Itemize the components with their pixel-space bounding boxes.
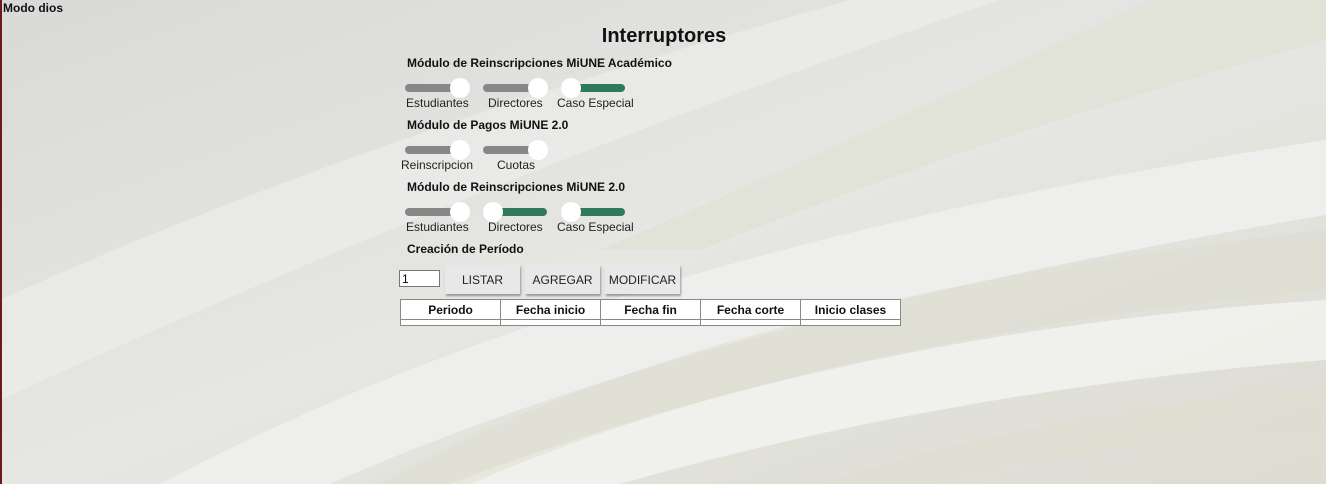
table-cell [700, 319, 801, 326]
toggle-label: Reinscripcion [401, 158, 474, 172]
toggle-label: Directores [488, 220, 543, 234]
table-header-row: Periodo Fecha inicio Fecha fin Fecha cor… [399, 299, 902, 320]
toggle-label: Cuotas [497, 158, 536, 172]
page-title: Interruptores [601, 25, 727, 47]
toggle-caso-especial-academico[interactable] [561, 78, 627, 98]
column-header-fecha-fin[interactable]: Fecha fin [600, 299, 702, 320]
toggle-knob[interactable] [528, 78, 548, 98]
toggle-knob[interactable] [483, 202, 503, 222]
toggle-knob[interactable] [450, 202, 470, 222]
section-title-periodo: Creación de Período [407, 242, 524, 256]
agregar-button[interactable]: AGREGAR [525, 265, 600, 294]
main-content: Interruptores Módulo de Reinscripciones … [0, 0, 1326, 484]
toggle-directores-academico[interactable] [483, 78, 549, 98]
column-header-fecha-corte[interactable]: Fecha corte [700, 299, 801, 320]
table-cell [500, 319, 602, 326]
toggle-knob[interactable] [561, 202, 581, 222]
table-cell [399, 319, 502, 326]
toggle-label: Caso Especial [557, 220, 634, 234]
toggle-knob[interactable] [561, 78, 581, 98]
listar-button[interactable]: LISTAR [445, 265, 520, 294]
toggle-reinscripcion-pagos[interactable] [405, 140, 471, 160]
section-title-pagos: Módulo de Pagos MiUNE 2.0 [407, 118, 569, 132]
toggle-directores-2[interactable] [483, 202, 549, 222]
toggle-label: Caso Especial [557, 96, 634, 110]
toggle-label: Estudiantes [406, 96, 469, 110]
toggle-estudiantes-academico[interactable] [405, 78, 471, 98]
table-row-empty [399, 319, 902, 326]
column-header-periodo[interactable]: Periodo [399, 299, 502, 320]
modificar-button[interactable]: MODIFICAR [605, 265, 680, 294]
toggle-cuotas-pagos[interactable] [483, 140, 549, 160]
periodo-number-input[interactable] [399, 270, 440, 287]
toggle-caso-especial-2[interactable] [561, 202, 627, 222]
toggle-label: Estudiantes [406, 220, 469, 234]
column-header-fecha-inicio[interactable]: Fecha inicio [500, 299, 602, 320]
toggle-knob[interactable] [528, 140, 548, 160]
toggle-knob[interactable] [450, 140, 470, 160]
column-header-inicio-clases[interactable]: Inicio clases [799, 299, 902, 320]
toggle-label: Directores [488, 96, 543, 110]
periodos-table: Periodo Fecha inicio Fecha fin Fecha cor… [399, 299, 902, 326]
section-title-reinscripciones-2: Módulo de Reinscripciones MiUNE 2.0 [407, 180, 626, 194]
section-title-academico: Módulo de Reinscripciones MiUNE Académic… [407, 56, 672, 70]
toggle-knob[interactable] [450, 78, 470, 98]
toggle-estudiantes-2[interactable] [405, 202, 471, 222]
table-cell [799, 319, 902, 326]
table-cell [600, 319, 702, 326]
